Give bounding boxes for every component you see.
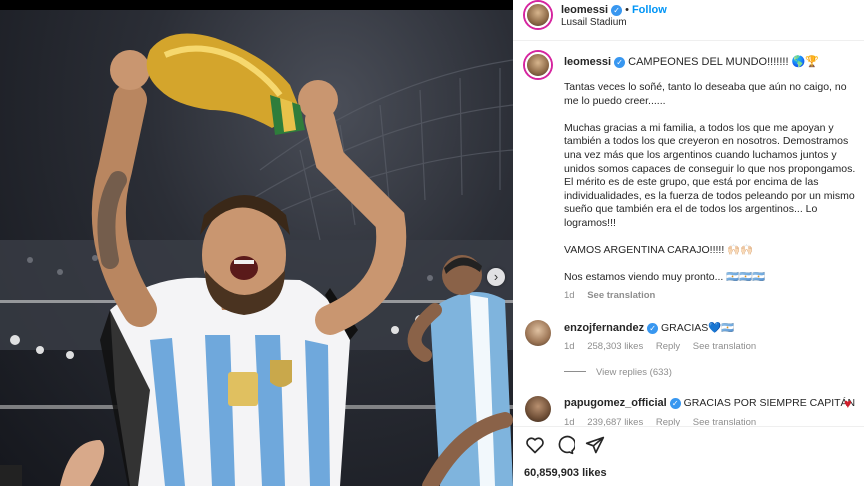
next-arrow-icon[interactable]: › bbox=[487, 268, 505, 286]
caption-username[interactable]: leomessi bbox=[564, 56, 611, 68]
verified-badge-icon: ✓ bbox=[614, 57, 626, 68]
caption-see-translation[interactable]: See translation bbox=[587, 290, 655, 301]
caption-meta: 1d See translation bbox=[564, 289, 864, 303]
view-replies[interactable]: View replies (633) bbox=[564, 367, 672, 378]
action-bar: 60,859,903 likes bbox=[513, 426, 864, 486]
caption-headline-row: leomessi ✓ CAMPEONES DEL MUNDO!!!!!!! 🌎🏆 bbox=[564, 55, 819, 68]
comment-reply-button[interactable]: Reply bbox=[656, 341, 680, 352]
comment-icon[interactable] bbox=[555, 435, 575, 455]
post-sidebar: leomessi ✓ • Follow Lusail Stadium leomessi… bbox=[513, 0, 864, 486]
header-username[interactable]: leomessi bbox=[561, 4, 608, 16]
comment-avatar[interactable] bbox=[525, 396, 551, 422]
comment-row: papugomez_official ✓ GRACIAS POR SIEMPRE … bbox=[564, 397, 855, 409]
caption-headline: CAMPEONES DEL MUNDO!!!!!!! 🌎🏆 bbox=[628, 56, 819, 68]
post-photo[interactable]: › bbox=[0, 10, 513, 486]
comment-text: GRACIAS💙🇦🇷 bbox=[661, 322, 735, 334]
comment-see-translation[interactable]: See translation bbox=[693, 341, 756, 352]
location-link[interactable]: Lusail Stadium bbox=[561, 17, 627, 28]
post-header: leomessi ✓ • Follow bbox=[561, 4, 667, 16]
header-separator: • bbox=[625, 4, 629, 16]
verified-badge-icon: ✓ bbox=[669, 398, 681, 409]
replies-line bbox=[564, 371, 586, 372]
comment-likes[interactable]: 258,303 likes bbox=[587, 341, 643, 352]
comment-text: GRACIAS POR SIEMPRE CAPITÁN bbox=[683, 397, 856, 409]
verified-badge-icon: ✓ bbox=[647, 323, 659, 334]
photo-illustration bbox=[0, 33, 513, 486]
avatar[interactable] bbox=[525, 2, 551, 28]
likes-count[interactable]: 60,859,903 likes bbox=[524, 467, 607, 479]
comment-meta: 1d 258,303 likes Reply See translation bbox=[564, 341, 766, 352]
caption-avatar[interactable] bbox=[525, 52, 551, 78]
comment-age: 1d bbox=[564, 341, 575, 352]
comment-row: enzojfernandez ✓ GRACIAS💙🇦🇷 bbox=[564, 321, 734, 334]
comment-username[interactable]: papugomez_official bbox=[564, 397, 667, 409]
heart-icon[interactable] bbox=[525, 435, 545, 455]
follow-button[interactable]: Follow bbox=[632, 4, 667, 16]
caption-body: Tantas veces lo soñé, tanto lo deseaba q… bbox=[564, 81, 864, 303]
caption-paragraph: Nos estamos viendo muy pronto... 🇦🇷🇦🇷🇦🇷 bbox=[564, 271, 766, 284]
small-heart-icon[interactable]: ♥ bbox=[844, 396, 852, 411]
view-replies-label[interactable]: View replies (633) bbox=[596, 367, 672, 378]
comment-username[interactable]: enzojfernandez bbox=[564, 322, 644, 334]
window-top-bar bbox=[0, 0, 513, 10]
caption-paragraph: VAMOS ARGENTINA CARAJO!!!!! 🙌🏻🙌🏻 bbox=[564, 244, 754, 257]
caption-paragraph: Muchas gracias a mi familia, a todos los… bbox=[564, 121, 856, 229]
share-icon[interactable] bbox=[585, 435, 605, 455]
caption-paragraph: Tantas veces lo soñé, tanto lo deseaba q… bbox=[564, 81, 847, 107]
comment-avatar[interactable] bbox=[525, 320, 551, 346]
header-divider bbox=[513, 40, 864, 41]
verified-badge-icon: ✓ bbox=[611, 5, 623, 16]
caption-age: 1d bbox=[564, 289, 575, 301]
